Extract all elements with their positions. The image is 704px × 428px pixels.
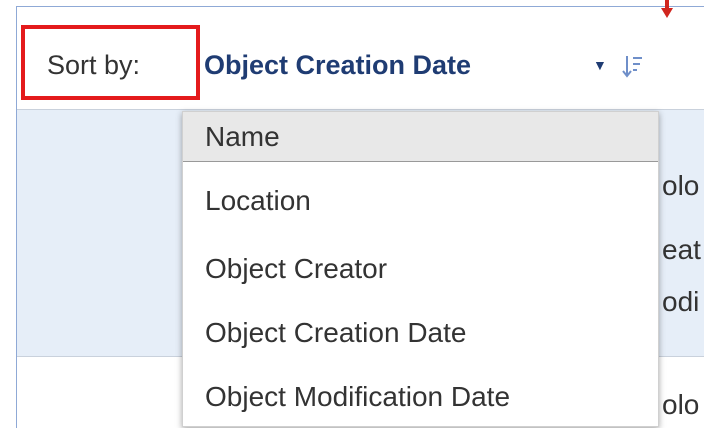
menu-item-location[interactable]: Location <box>183 169 658 233</box>
menu-item-object-modification-date[interactable]: Object Modification Date <box>183 365 658 426</box>
sort-field-dropdown-menu: Name Location Object Creator Object Crea… <box>182 111 659 427</box>
list-item-text: eat <box>662 234 701 265</box>
sort-descending-icon[interactable] <box>621 53 643 79</box>
annotation-arrow-icon <box>661 8 673 18</box>
list-item-text: odi <box>662 286 700 317</box>
menu-item-name[interactable]: Name <box>183 112 658 162</box>
sort-field-select[interactable]: Object Creation Date <box>204 50 471 81</box>
list-item-text: olo <box>662 170 700 201</box>
menu-item-object-creation-date[interactable]: Object Creation Date <box>183 301 658 365</box>
chevron-down-icon[interactable]: ▼ <box>593 57 607 73</box>
highlight-box <box>21 25 200 100</box>
list-item-text: olo <box>662 389 700 420</box>
menu-item-object-creator[interactable]: Object Creator <box>183 237 658 301</box>
